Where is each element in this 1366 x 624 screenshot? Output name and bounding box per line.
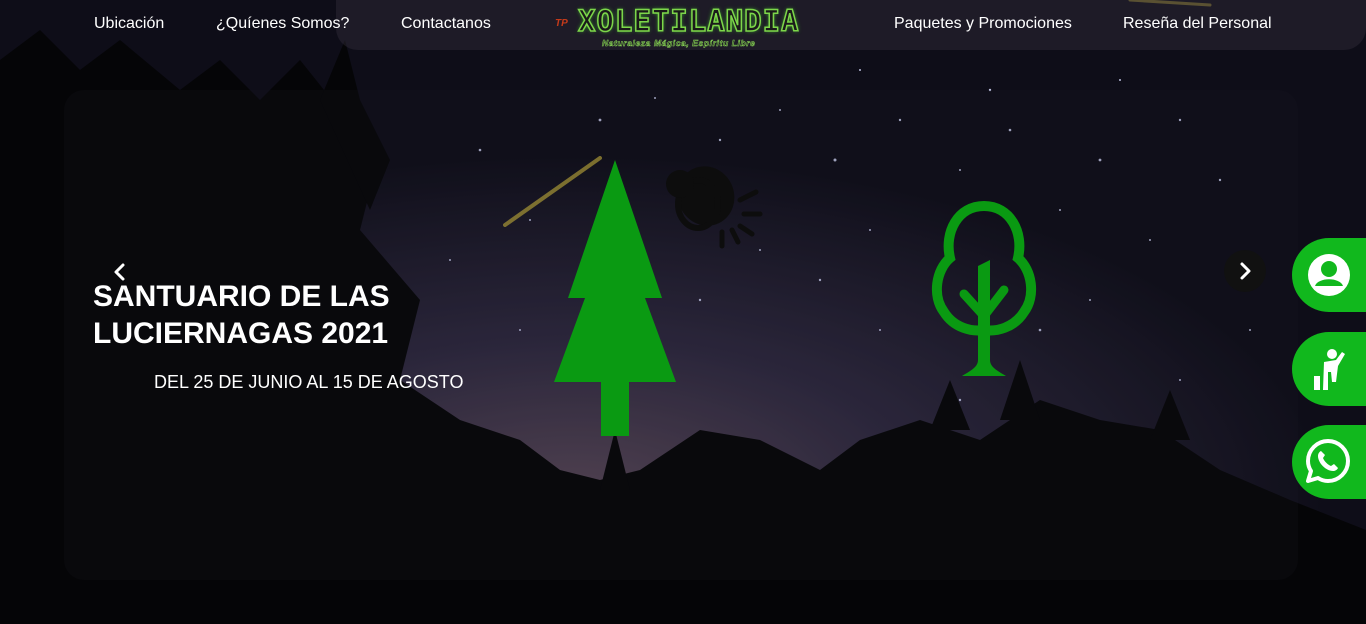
top-navigation: Ubicación ¿Quíenes Somos? Contactanos TP… — [0, 0, 1366, 50]
slide-title: SANTUARIO DE LAS LUCIERNAGAS 2021 — [93, 280, 390, 350]
person-climbing-icon — [1314, 349, 1345, 390]
user-profile-icon — [1308, 254, 1350, 296]
whatsapp-button[interactable] — [1292, 425, 1366, 499]
nav-item-resena-personal[interactable]: Reseña del Personal — [1123, 15, 1272, 33]
logo-mark: TP — [555, 18, 568, 29]
tree-outline-icon — [928, 200, 1040, 385]
nav-item-paquetes[interactable]: Paquetes y Promociones — [894, 15, 1072, 33]
carousel-prev-button[interactable] — [102, 254, 138, 290]
site-logo[interactable]: TP XOLETILANDIA Naturaleza Mágica, Espír… — [552, 2, 832, 48]
chevron-left-icon — [114, 263, 125, 281]
logo-wordmark: XOLETILANDIA — [577, 3, 800, 39]
carousel-next-button[interactable] — [1224, 250, 1266, 292]
chevron-right-icon — [1240, 262, 1251, 280]
slide-subtitle: DEL 25 DE JUNIO AL 15 DE AGOSTO — [154, 372, 464, 392]
activities-button[interactable] — [1292, 332, 1366, 406]
profile-button[interactable] — [1292, 238, 1366, 312]
logo-tagline: Naturaleza Mágica, Espíritu Libre — [602, 38, 756, 49]
nav-item-quienes-somos[interactable]: ¿Quíenes Somos? — [216, 15, 349, 33]
nav-item-contactanos[interactable]: Contactanos — [401, 15, 491, 33]
nav-item-ubicacion[interactable]: Ubicación — [94, 15, 164, 33]
firefly-icon — [660, 162, 764, 257]
whatsapp-icon — [1306, 439, 1350, 483]
